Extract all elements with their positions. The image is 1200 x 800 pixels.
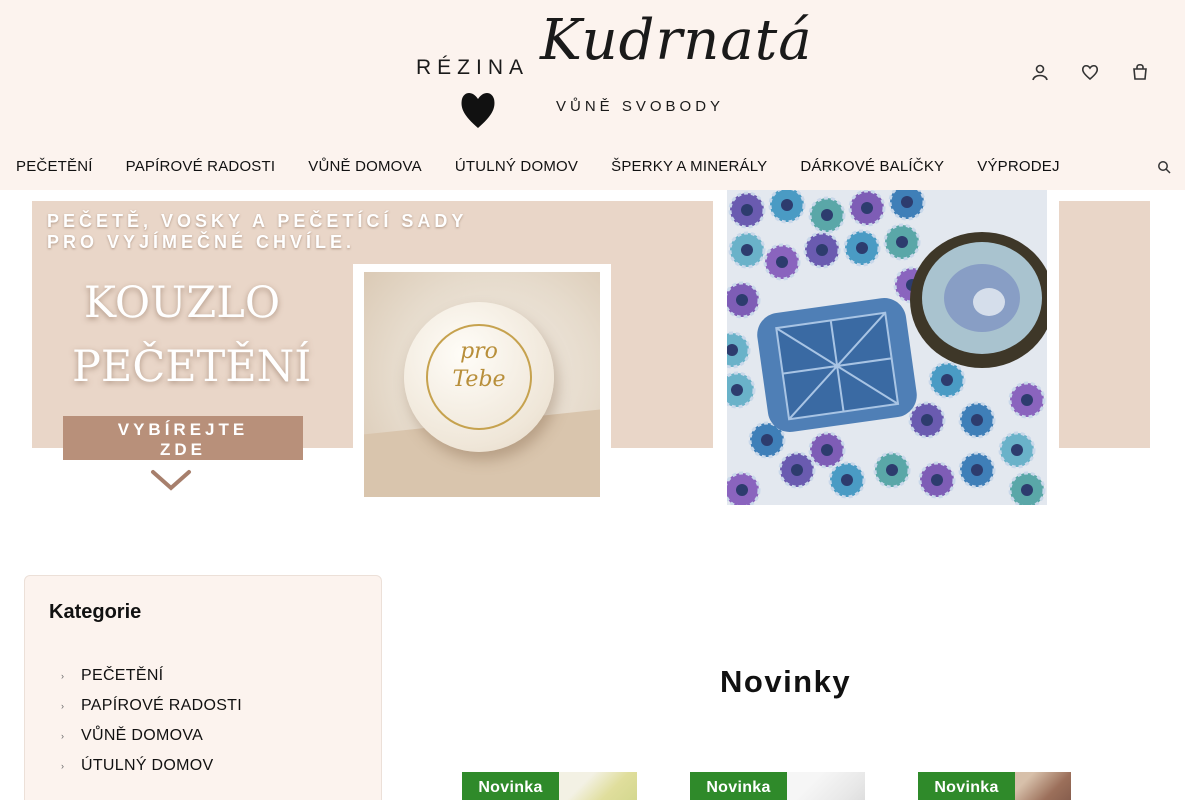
site-logo[interactable]: RÉZINA Kudrnatá VŮNĚ SVOBODY xyxy=(410,8,812,130)
hero-title-line2: PEČETĚNÍ xyxy=(72,342,312,392)
wax-flower xyxy=(958,451,996,489)
nav-item-vune-domova[interactable]: VŮNĚ DOMOVA xyxy=(308,158,422,175)
wax-flower xyxy=(908,401,946,439)
wax-flower xyxy=(958,401,996,439)
wax-seal-line2: Tebe xyxy=(452,367,506,392)
wax-flower xyxy=(928,361,966,399)
hero-title-line1: KOUZLO xyxy=(83,278,281,328)
site-header: RÉZINA Kudrnatá VŮNĚ SVOBODY PEČETĚNÍ PA… xyxy=(0,0,1185,190)
nav-item-darkove-balicky[interactable]: DÁRKOVÉ BALÍČKY xyxy=(800,158,944,175)
wax-flower xyxy=(998,431,1036,469)
category-item-utulny-domov[interactable]: › ÚTULNÝ DOMOV xyxy=(61,746,242,786)
main-nav: PEČETĚNÍ PAPÍROVÉ RADOSTI VŮNĚ DOMOVA ÚT… xyxy=(16,158,1060,175)
category-item-label: PEČETĚNÍ xyxy=(81,667,164,684)
nav-item-vyprodej[interactable]: VÝPRODEJ xyxy=(977,158,1059,175)
wax-flower xyxy=(1008,471,1046,505)
nav-item-sperky-a-mineraly[interactable]: ŠPERKY A MINERÁLY xyxy=(611,158,767,175)
chevron-right-icon: › xyxy=(61,731,65,741)
product-card[interactable]: Novinka xyxy=(918,772,1071,800)
hero-cta-line1: VYBÍREJTE xyxy=(117,420,249,439)
heart-icon[interactable] xyxy=(1080,62,1100,82)
logo-script-text: Kudrnatá xyxy=(540,8,813,73)
hero-title: KOUZLO PEČETĚNÍ xyxy=(72,271,312,399)
chevron-down-icon[interactable] xyxy=(150,468,192,492)
category-item-label: ÚTULNÝ DOMOV xyxy=(81,757,214,774)
category-list: › PEČETĚNÍ › PAPÍROVÉ RADOSTI › VŮNĚ DOM… xyxy=(61,656,242,786)
wax-flower xyxy=(1008,381,1046,419)
wax-flower xyxy=(728,191,766,229)
wax-flower xyxy=(808,196,846,234)
chevron-right-icon: › xyxy=(61,701,65,711)
chevron-right-icon: › xyxy=(61,761,65,771)
logo-rezina-text: RÉZINA xyxy=(416,56,530,79)
product-image[interactable] xyxy=(1015,772,1071,800)
wax-flower xyxy=(728,231,766,269)
wax-flower xyxy=(803,231,841,269)
hero-cta-line2: ZDE xyxy=(160,440,206,459)
wax-flower xyxy=(808,431,846,469)
wax-seal-text: pro Tebe xyxy=(404,338,554,394)
section-title-novinky: Novinky xyxy=(720,664,852,699)
heart-logo-icon xyxy=(461,92,495,128)
hero-wax-flowers-image xyxy=(727,190,1047,505)
wax-flower xyxy=(727,471,761,505)
product-image[interactable] xyxy=(787,772,865,800)
sidebar-title: Kategorie xyxy=(49,601,142,623)
new-badge: Novinka xyxy=(918,772,1015,800)
hero-right-panel xyxy=(1059,201,1150,448)
nav-item-peceteni[interactable]: PEČETĚNÍ xyxy=(16,158,93,175)
cart-icon[interactable] xyxy=(1130,62,1150,82)
wax-flower xyxy=(873,451,911,489)
wax-flowers-illustration xyxy=(727,190,1047,505)
hero-headline-line2: PRO VYJÍMEČNÉ CHVÍLE. xyxy=(47,232,356,252)
hero-cta-button[interactable]: VYBÍREJTE ZDE xyxy=(63,416,303,460)
header-icons xyxy=(1030,62,1150,82)
nav-item-papirove-radosti[interactable]: PAPÍROVÉ RADOSTI xyxy=(126,158,276,175)
wax-flower xyxy=(763,243,801,281)
wax-flower xyxy=(848,190,886,227)
user-icon[interactable] xyxy=(1030,62,1050,82)
category-item-label: VŮNĚ DOMOVA xyxy=(81,727,204,744)
wax-flower xyxy=(778,451,816,489)
product-card[interactable]: Novinka xyxy=(690,772,865,800)
hero-headline-line1: PEČETĚ, VOSKY A PEČETÍCÍ SADY xyxy=(47,211,468,231)
wax-flower xyxy=(883,223,921,261)
wax-flower xyxy=(843,229,881,267)
new-badge: Novinka xyxy=(462,772,559,800)
new-badge: Novinka xyxy=(690,772,787,800)
hero-banner[interactable]: PEČETĚ, VOSKY A PEČETÍCÍ SADY PRO VYJÍME… xyxy=(32,190,1152,510)
category-sidebar: Kategorie › PEČETĚNÍ › PAPÍROVÉ RADOSTI … xyxy=(24,575,382,800)
hero-seal-image: pro Tebe xyxy=(364,272,600,497)
wax-flower xyxy=(918,461,956,499)
search-icon[interactable] xyxy=(1157,160,1171,174)
product-card[interactable]: Novinka xyxy=(462,772,637,800)
wax-seal-line1: pro xyxy=(460,339,498,364)
product-image[interactable] xyxy=(559,772,637,800)
category-item-label: PAPÍROVÉ RADOSTI xyxy=(81,697,242,714)
hero-headline: PEČETĚ, VOSKY A PEČETÍCÍ SADY PRO VYJÍME… xyxy=(47,211,467,253)
wax-flower xyxy=(828,461,866,499)
nav-item-utulny-domov[interactable]: ÚTULNÝ DOMOV xyxy=(455,158,578,175)
wax-seal: pro Tebe xyxy=(404,302,554,452)
chevron-right-icon: › xyxy=(61,671,65,681)
logo-tagline: VŮNĚ SVOBODY xyxy=(556,98,725,115)
